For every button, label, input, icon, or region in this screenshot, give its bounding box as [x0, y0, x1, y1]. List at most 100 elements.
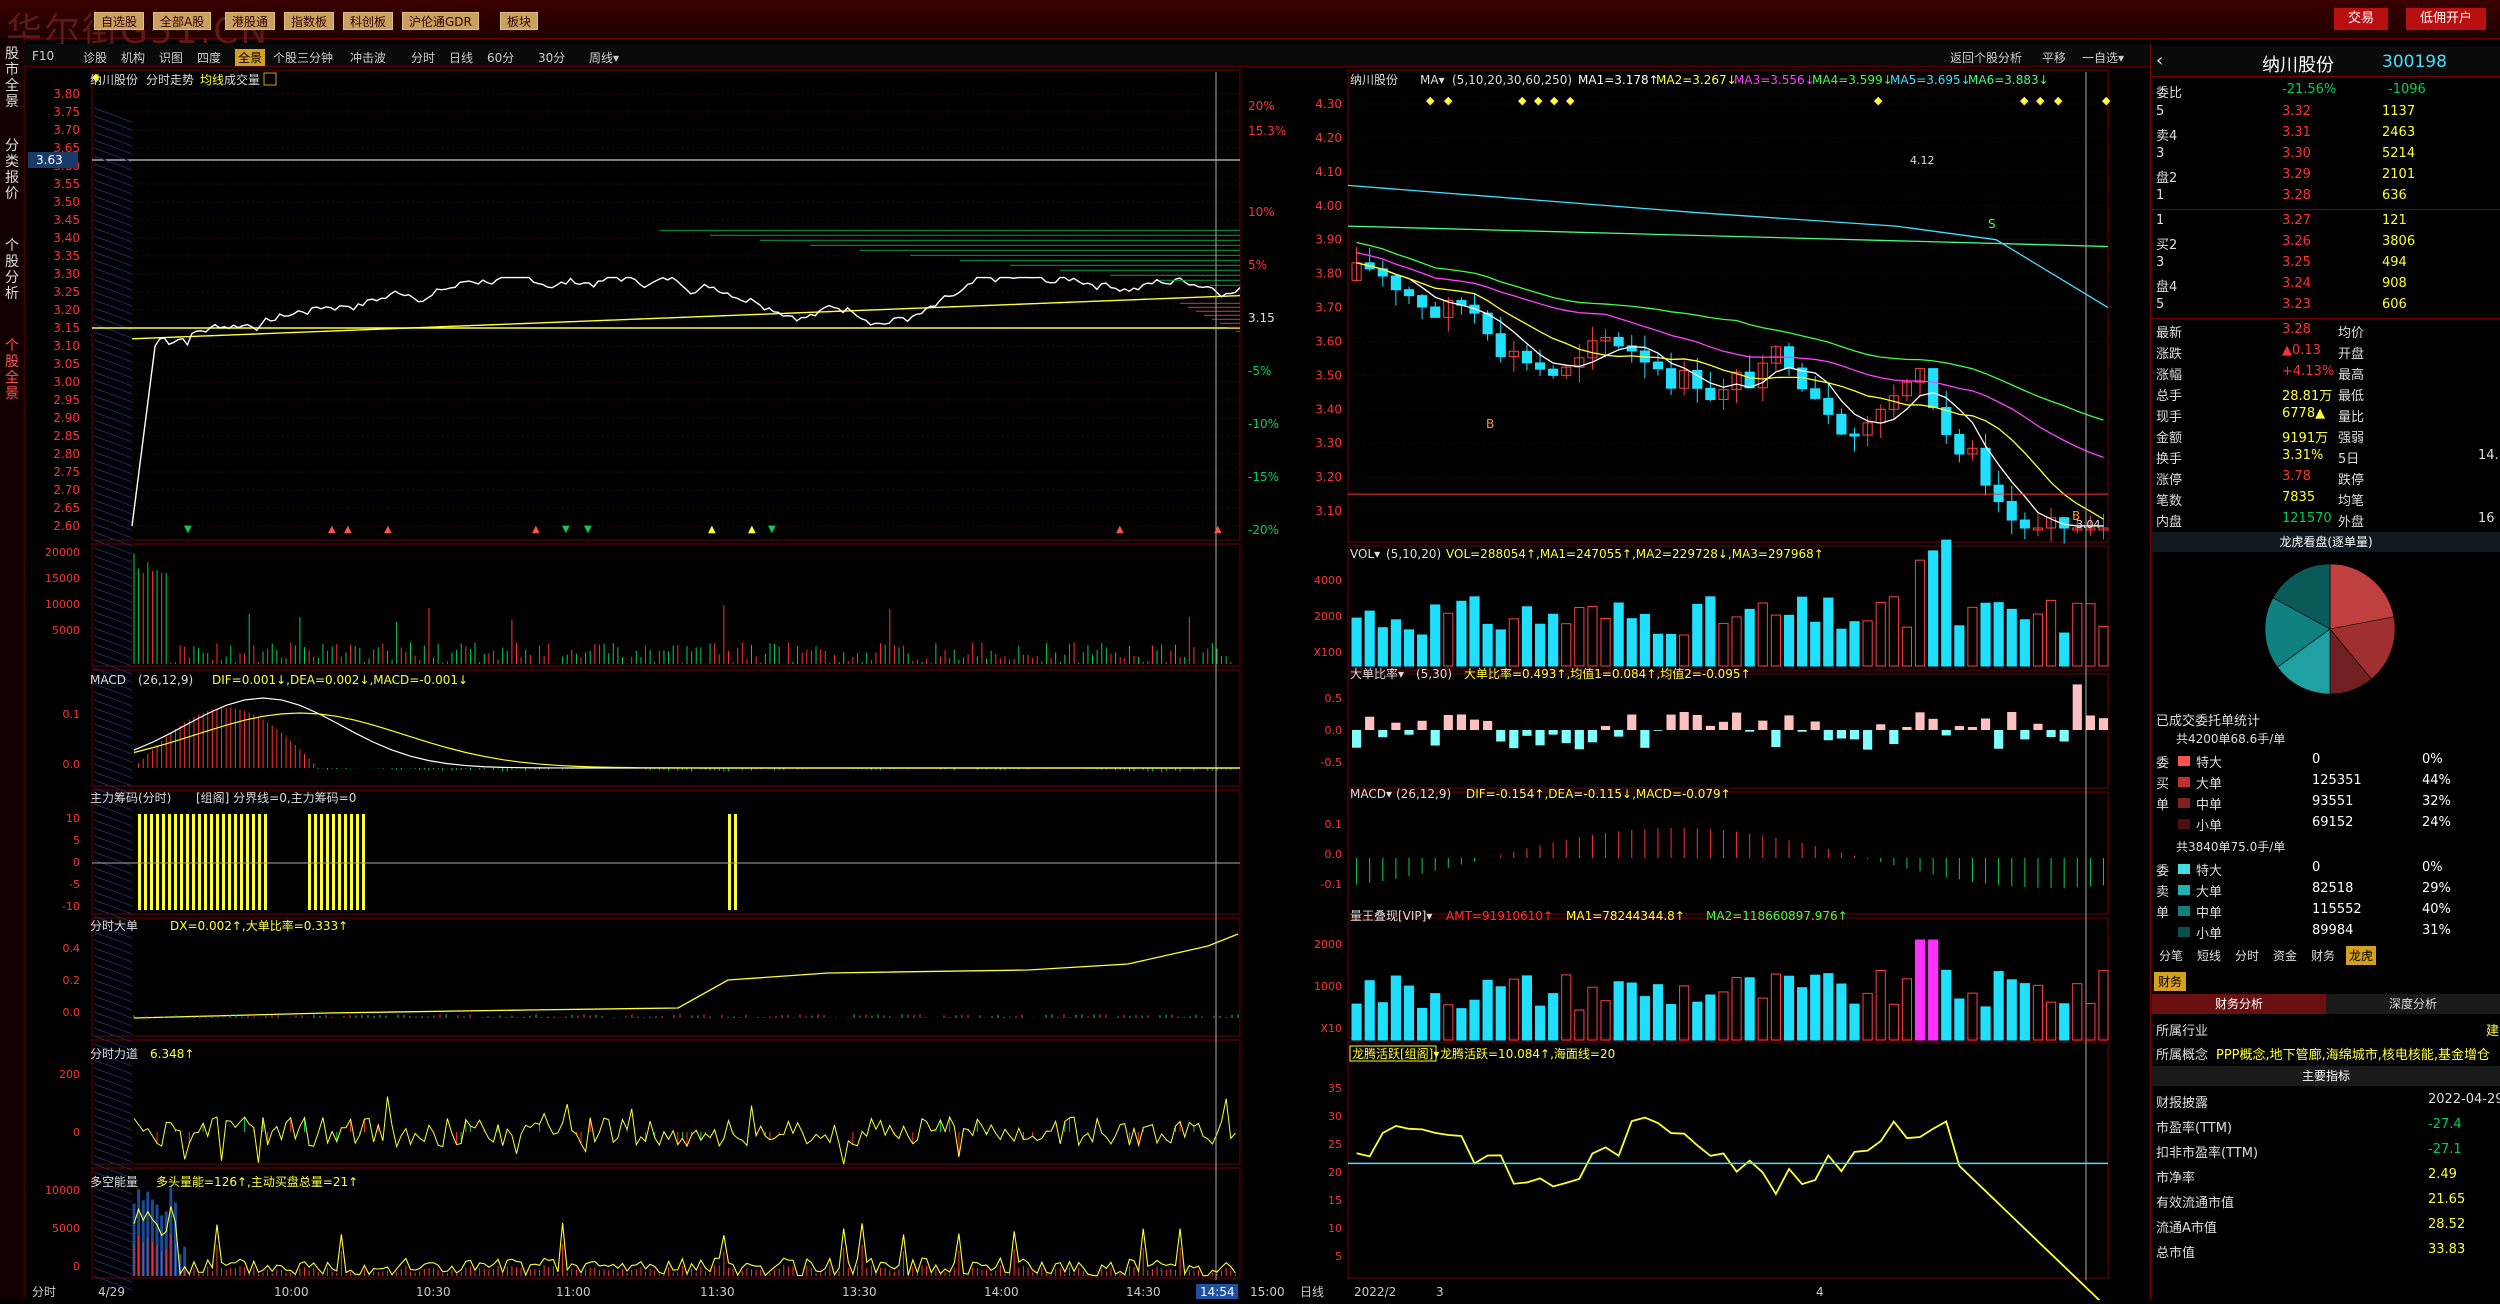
panel-frame-1 — [91, 543, 1241, 667]
fin-row-4: 有效流通市值 21.65 — [2152, 1190, 2500, 1214]
menu-item-4[interactable]: 科创板 — [343, 12, 394, 30]
menu-item-0[interactable]: 自选股 — [94, 12, 145, 30]
ma-value-0: MA1=3.178↑ — [1578, 73, 1659, 87]
chip-values: [组阁] 分界线=0,主力筹码=0 — [196, 791, 356, 805]
menu-item-2[interactable]: 港股通 — [225, 12, 276, 30]
side-tab-category[interactable]: 分类报价 — [2, 138, 22, 202]
ratio-bar — [1692, 714, 1702, 730]
toolbar-item-2[interactable]: 机构 — [121, 49, 145, 66]
quote-tab-3[interactable]: 资金 — [2270, 946, 2300, 965]
sell-stat-row-1-cell-0: 卖 — [2156, 885, 2170, 900]
quote-tab-4[interactable]: 财务 — [2308, 946, 2338, 965]
amt-bar — [1443, 1004, 1454, 1041]
stat-row-9-cell-1: 121570 — [2282, 511, 2332, 526]
trade-marker: ▲ — [328, 524, 336, 535]
finance-sub-0[interactable]: 财务分析 — [2152, 994, 2326, 1014]
hatch-line — [93, 1115, 133, 1131]
menu-item-5[interactable]: 沪伦通GDR — [402, 12, 479, 30]
intraday-panel: 纳川股份分时走势均线成交量3.803.753.703.653.603.553.5… — [28, 68, 1294, 1300]
ratio-bar — [1849, 730, 1860, 740]
dvol-bar — [1914, 559, 1926, 667]
hatch-line — [93, 1083, 133, 1099]
menu-item-1[interactable]: 全部A股 — [153, 12, 212, 30]
amt-bar — [1941, 969, 1952, 1041]
dvol-bar — [1665, 633, 1677, 667]
ratio-bar — [1378, 730, 1388, 738]
trade-marker: ▼ — [584, 524, 592, 535]
side-tab-market[interactable]: 股市全景 — [2, 46, 22, 110]
amt-value-0: AMT=91910610↑ — [1446, 909, 1553, 923]
buy-signal: B — [1486, 417, 1494, 431]
intraday-chart[interactable]: 纳川股份分时走势均线成交量3.803.753.703.653.603.553.5… — [28, 68, 1294, 1300]
daily-chart[interactable]: 纳川股份 MA▾ (5,10,20,30,60,250) MA1=3.178↑MA2=… — [1296, 68, 2148, 1304]
toolbar-item-5[interactable]: 全景 — [235, 49, 266, 66]
buy-stat-row-0-cell-2: 0 — [2312, 752, 2321, 767]
chip-bar — [150, 814, 153, 910]
stat-row-8-cell-0: 笔数 — [2156, 494, 2183, 509]
open-account-button[interactable]: 低佣开户 — [2406, 8, 2487, 30]
hatch-line — [93, 611, 133, 627]
toolbar-item-4[interactable]: 四度 — [197, 49, 221, 66]
finance-tab[interactable]: 财务 — [2154, 972, 2187, 991]
dragon-values: 龙腾活跃=10.084↑,海面线=20 — [1440, 1046, 1615, 1061]
sell-stat-row-0-cell-2: 0 — [2312, 860, 2321, 875]
buy-row-4-cell-0: 5 — [2156, 297, 2165, 312]
signal-diamond: ◆ — [2102, 94, 2111, 107]
toolbar-right-1[interactable]: 平移 — [2042, 49, 2066, 66]
toolbar-item-0[interactable]: F10 — [32, 49, 54, 63]
toolbar-item-8[interactable]: 分时 — [411, 49, 435, 66]
amt-title: 量王叠现[VIP]▾ — [1350, 909, 1432, 923]
energy-tick: 10000 — [45, 1184, 80, 1197]
price-tick: 3.45 — [53, 213, 80, 227]
toolbar-item-12[interactable]: 周线▾ — [589, 49, 619, 66]
amt-bar — [1482, 979, 1493, 1041]
divider — [2152, 209, 2500, 210]
toolbar-item-11[interactable]: 30分 — [538, 49, 565, 66]
dvol-bar — [1521, 606, 1533, 667]
dvol-bar — [1482, 623, 1493, 667]
dvol-bar — [1810, 621, 1821, 667]
price-line — [131, 276, 1241, 527]
hatch-line — [93, 1251, 133, 1267]
toolbar-item-1[interactable]: 诊股 — [83, 49, 107, 66]
toolbar-item-3[interactable]: 识图 — [159, 49, 183, 66]
menu-item-6[interactable]: 板块 — [500, 12, 539, 30]
dvol-bar — [1941, 539, 1952, 667]
menu-item-3[interactable]: 指数板 — [284, 12, 335, 30]
candle-body — [1980, 447, 1991, 486]
trade-button[interactable]: 交易 — [2334, 8, 2389, 30]
ma-value-4: MA5=3.695↓ — [1890, 73, 1971, 87]
toolbar-right-0[interactable]: 返回个股分析 — [1950, 49, 2022, 66]
dprice-tick: 3.90 — [1315, 233, 1342, 247]
finance-sub-1[interactable]: 深度分析 — [2326, 994, 2500, 1014]
chip-bar — [344, 814, 347, 910]
cursor-price: 3.63 — [36, 153, 63, 167]
hatch-line — [93, 1203, 133, 1219]
pct-tick: 5% — [1248, 258, 1267, 272]
quote-tab-0[interactable]: 分笔 — [2156, 946, 2186, 965]
side-tab-overview[interactable]: 个股全景 — [2, 338, 22, 402]
amt-bar — [1862, 992, 1873, 1041]
dprice-tick: 3.50 — [1315, 368, 1342, 382]
toolbar-item-9[interactable]: 日线 — [449, 49, 473, 66]
quote-tab-5[interactable]: 龙虎 — [2346, 946, 2377, 965]
quote-tab-2[interactable]: 分时 — [2232, 946, 2262, 965]
back-chevron-icon[interactable]: ‹ — [2156, 50, 2163, 71]
depth-bar-red — [1228, 326, 1240, 328]
side-tab-analysis[interactable]: 个股分析 — [2, 238, 22, 302]
toolbar-item-10[interactable]: 60分 — [487, 49, 514, 66]
toolbar-item-7[interactable]: 冲击波 — [350, 49, 386, 66]
hatch-line — [93, 1091, 133, 1107]
sell-row-0-cell-1: 3.32 — [2282, 104, 2311, 119]
view-toolbar — [24, 44, 2500, 67]
pct-tick: -5% — [1248, 364, 1271, 378]
quote-tab-1[interactable]: 短线 — [2194, 946, 2224, 965]
toolbar-right-2[interactable]: 一自选▾ — [2082, 49, 2124, 66]
chip-bar — [138, 814, 141, 910]
hatch-line — [93, 1227, 133, 1243]
amt-bar — [2098, 970, 2109, 1041]
time-label-7: 14:00 — [984, 1285, 1019, 1299]
dvol-bar — [1901, 626, 1913, 667]
toolbar-item-6[interactable]: 个股三分钟 — [273, 49, 333, 66]
stat-row-7-cell-1: 3.78 — [2282, 469, 2311, 484]
